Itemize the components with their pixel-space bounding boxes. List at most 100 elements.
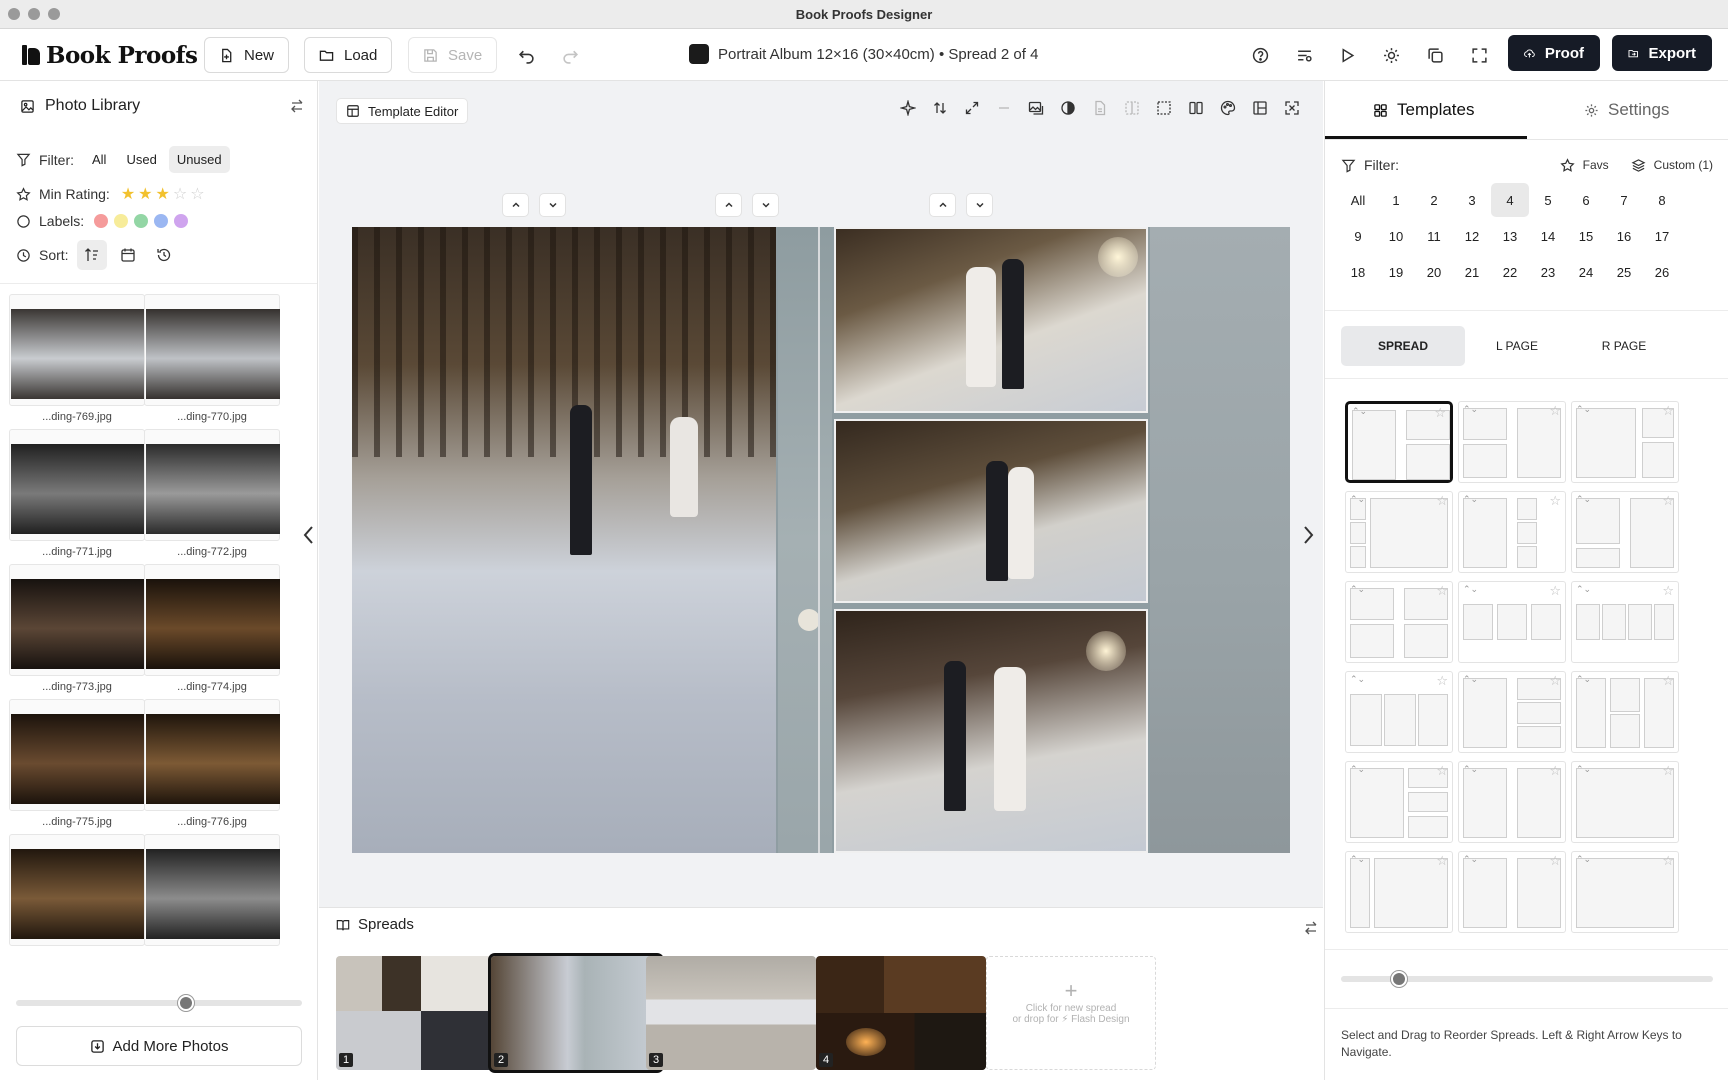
favorite-star-icon[interactable]: ☆ [1662,493,1674,509]
photo-count-option[interactable]: All [1339,183,1377,217]
collapse-library-button[interactable] [289,98,307,116]
collapse-spreads-button[interactable] [1303,920,1321,938]
next-spread-button[interactable] [1298,521,1318,549]
photo-card[interactable] [9,699,145,811]
photo-count-option[interactable]: 26 [1643,255,1681,289]
star-filled-icon[interactable]: ★ [121,186,135,203]
color-label-dot[interactable] [174,214,189,228]
photo-card[interactable] [9,429,145,541]
help-button[interactable] [1248,43,1272,67]
favorite-star-icon[interactable]: ☆ [1662,673,1674,689]
star-filled-icon[interactable]: ★ [156,186,170,203]
list-options-button[interactable] [1292,43,1316,67]
library-photo[interactable]: ...ding-774.jpg [144,564,280,694]
fit-photo-tool[interactable] [960,95,984,121]
template-thumbnail[interactable]: ⌃⌄ ☆ [1458,401,1566,483]
tab-settings[interactable]: Settings [1584,81,1669,139]
photo-count-option[interactable]: 20 [1415,255,1453,289]
filter-chip-used[interactable]: Used [118,146,164,173]
replace-image-tool[interactable] [1024,95,1048,121]
template-thumbnail[interactable]: ⌃⌄ ☆ [1345,671,1453,753]
photo-card[interactable] [144,429,280,541]
template-size-slider[interactable] [1341,971,1713,987]
template-thumbnail[interactable]: ⌃⌄ ☆ [1458,491,1566,573]
swap-photos-tool[interactable] [928,95,952,121]
redo-button[interactable] [558,43,582,67]
favorite-star-icon[interactable]: ☆ [1549,853,1561,869]
photo-frame-bottom-right[interactable] [834,609,1148,853]
thumbnail-size-slider[interactable] [16,995,302,1011]
favorite-star-icon[interactable]: ☆ [1434,405,1446,421]
photo-count-option[interactable]: 14 [1529,219,1567,253]
favorites-filter[interactable]: Favs [1560,157,1609,173]
photo-card[interactable] [9,834,145,946]
template-thumbnail[interactable]: ⌃⌄ ☆ [1458,671,1566,753]
segment-r-page[interactable]: R PAGE [1569,326,1679,366]
spread-thumbnail-selected[interactable]: 2 [491,956,661,1070]
photo-card[interactable] [144,699,280,811]
caption-tool[interactable] [1088,95,1112,121]
add-more-photos-button[interactable]: Add More Photos [16,1026,302,1066]
photo-count-option[interactable]: 23 [1529,255,1567,289]
export-button[interactable]: Export [1612,35,1712,71]
photo-count-option[interactable]: 21 [1453,255,1491,289]
template-thumbnail[interactable]: ⌃⌄ ☆ [1571,761,1679,843]
photo-card[interactable] [144,834,280,946]
favorite-star-icon[interactable]: ☆ [1662,403,1674,419]
template-thumbnail[interactable]: ⌃⌄ ☆ [1345,761,1453,843]
contrast-tool[interactable] [1056,95,1080,121]
grid-layout-tool[interactable] [1248,95,1272,121]
spread-thumbnail[interactable]: 3 [646,956,816,1070]
zoom-fit-tool[interactable] [1280,95,1304,121]
template-thumbnail[interactable]: ⌃⌄ ☆ [1345,581,1453,663]
minus-tool[interactable] [992,95,1016,121]
spread-thumbnail[interactable]: 1 [336,956,506,1070]
template-thumbnail[interactable]: ⌃⌄ ☆ [1458,761,1566,843]
photo-count-option[interactable]: 1 [1377,183,1415,217]
photo-count-option[interactable]: 13 [1491,219,1529,253]
favorite-star-icon[interactable]: ☆ [1436,493,1448,509]
photo-count-option[interactable]: 8 [1643,183,1681,217]
segment-spread[interactable]: SPREAD [1341,326,1465,366]
save-button[interactable]: Save [408,37,498,73]
star-empty-icon[interactable]: ☆ [173,186,187,203]
library-photo[interactable]: ...ding-771.jpg [9,429,145,559]
template-thumbnail[interactable]: ⌃⌄ ☆ [1571,401,1679,483]
photo-count-option[interactable]: 11 [1415,219,1453,253]
undo-button[interactable] [514,43,538,67]
template-thumbnail-selected[interactable]: ⌃⌄ ☆ [1345,401,1453,483]
favorite-star-icon[interactable]: ☆ [1436,853,1448,869]
template-grid[interactable]: ⌃⌄ ☆ ⌃⌄ ☆ ⌃⌄ ☆ ⌃⌄ ☆ ⌃⌄ ☆ ⌃⌄ ☆ ⌃⌄ ☆ ⌃⌄ ☆ ⌃⌄ ☆ ⌃⌄ ☆ ⌃⌄ ☆ ⌃⌄ ☆ ⌃⌄ ☆ ⌃… [1345,401,1715,949]
favorite-star-icon[interactable]: ☆ [1662,763,1674,779]
favorite-star-icon[interactable]: ☆ [1662,853,1674,869]
move-up-button[interactable] [715,193,742,217]
photo-frame-middle-right[interactable] [834,419,1148,603]
new-button[interactable]: New [204,37,290,73]
filter-chip-all[interactable]: All [84,146,114,173]
favorite-star-icon[interactable]: ☆ [1549,763,1561,779]
custom-filter[interactable]: Custom (1) [1631,158,1713,173]
new-spread-dropzone[interactable]: + Click for new spread or drop for ⚡ Fla… [986,956,1156,1070]
background-color-tool[interactable] [1216,95,1240,121]
photo-count-option[interactable]: 6 [1567,183,1605,217]
favorite-star-icon[interactable]: ☆ [1549,403,1561,419]
photo-count-option[interactable]: 18 [1339,255,1377,289]
template-thumbnail[interactable]: ⌃⌄ ☆ [1458,851,1566,933]
photo-count-option[interactable]: 7 [1605,183,1643,217]
photo-frame-top-right[interactable] [834,227,1148,413]
template-thumbnail[interactable]: ⌃⌄ ☆ [1345,851,1453,933]
library-photo[interactable]: ...ding-773.jpg [9,564,145,694]
photo-count-option[interactable]: 4 [1491,183,1529,217]
photo-card[interactable] [144,294,280,406]
photo-count-option[interactable]: 9 [1339,219,1377,253]
proof-button[interactable]: Proof [1508,35,1600,71]
library-photo[interactable]: ...ding-772.jpg [144,429,280,559]
photo-count-option[interactable]: 17 [1643,219,1681,253]
template-thumbnail[interactable]: ⌃⌄ ☆ [1345,491,1453,573]
load-button[interactable]: Load [304,37,393,73]
library-photo[interactable]: ...ding-769.jpg [9,294,145,424]
photo-count-option[interactable]: 25 [1605,255,1643,289]
template-thumbnail[interactable]: ⌃⌄ ☆ [1571,491,1679,573]
move-up-button[interactable] [502,193,529,217]
sort-by-date-button[interactable] [113,240,143,270]
